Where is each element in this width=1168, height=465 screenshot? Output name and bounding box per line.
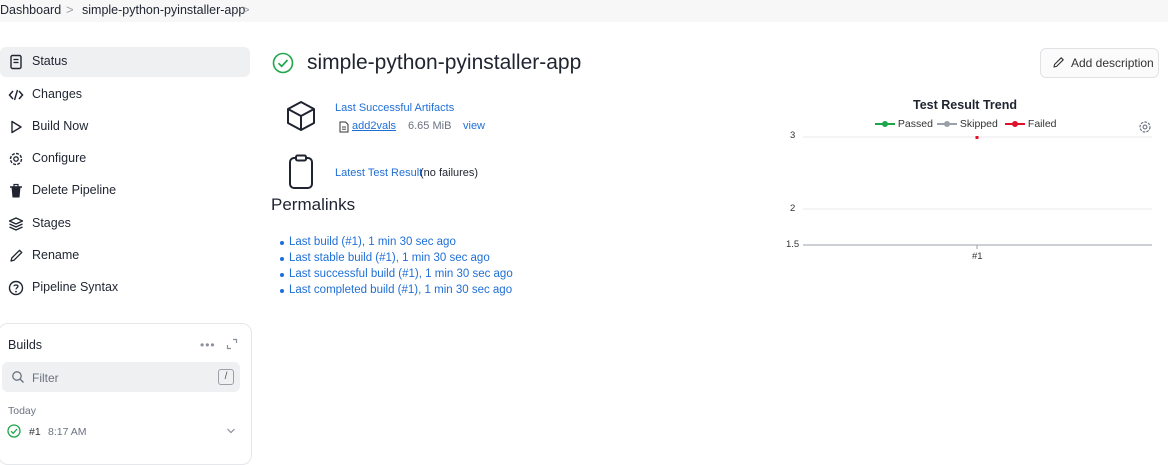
gear-icon xyxy=(9,152,23,166)
permalink-last-stable-build[interactable]: Last stable build (#1), 1 min 30 sec ago xyxy=(289,252,490,264)
more-options-icon[interactable]: ••• xyxy=(200,338,216,352)
build-number: #1 xyxy=(29,426,41,438)
permalinks-heading: Permalinks xyxy=(271,195,356,214)
layers-icon xyxy=(8,217,24,231)
clipboard-icon xyxy=(289,154,313,189)
y-tick-label: 3 xyxy=(790,130,796,141)
success-check-icon xyxy=(7,424,21,438)
breadcrumb-separator[interactable]: > xyxy=(242,2,250,17)
breadcrumb: Dashboard > simple-python-pyinstaller-ap… xyxy=(0,0,1168,22)
add-description-button[interactable]: Add description xyxy=(1040,48,1159,78)
sidebar-item-label: Delete Pipeline xyxy=(32,183,117,197)
permalink-last-completed-build[interactable]: Last completed build (#1), 1 min 30 sec … xyxy=(289,284,512,296)
sidebar-item-label: Stages xyxy=(32,216,71,230)
sidebar-item-label: Configure xyxy=(32,151,87,165)
help-icon xyxy=(8,280,24,296)
permalink-item[interactable]: Last completed build (#1), 1 min 30 sec … xyxy=(280,284,512,296)
success-status-icon xyxy=(272,52,294,74)
sidebar-item-configure[interactable]: Configure xyxy=(0,144,250,174)
build-time: 8:17 AM xyxy=(48,426,87,438)
artifact-view-link[interactable]: view xyxy=(463,120,485,132)
sidebar-item-rename[interactable]: Rename xyxy=(0,241,250,271)
sidebar-item-pipeline-syntax[interactable]: Pipeline Syntax xyxy=(0,273,250,303)
sidebar-item-delete-pipeline[interactable]: Delete Pipeline xyxy=(0,176,250,206)
code-icon xyxy=(8,89,24,101)
bullet xyxy=(280,257,284,261)
permalink-item[interactable]: Last build (#1), 1 min 30 sec ago xyxy=(280,236,456,248)
pencil-icon xyxy=(10,249,23,262)
trash-icon xyxy=(10,183,22,198)
breadcrumb-separator: > xyxy=(66,2,74,17)
document-icon xyxy=(10,54,22,70)
search-icon xyxy=(12,371,24,383)
sidebar-item-label: Status xyxy=(32,54,68,68)
sidebar-item-changes[interactable]: Changes xyxy=(0,80,250,110)
y-tick-label: 1.5 xyxy=(786,239,800,250)
bullet xyxy=(280,273,284,277)
expand-icon[interactable] xyxy=(226,338,238,350)
chart-title: Test Result Trend xyxy=(913,98,1017,112)
add-description-label: Add description xyxy=(1071,56,1154,70)
sidebar-item-label: Pipeline Syntax xyxy=(32,280,119,294)
sidebar-item-status[interactable]: Status xyxy=(0,47,250,77)
breadcrumb-dashboard[interactable]: Dashboard xyxy=(0,3,61,17)
latest-test-result-link[interactable]: Latest Test Result xyxy=(335,167,422,179)
sidebar-item-label: Build Now xyxy=(32,119,89,133)
play-icon xyxy=(11,120,22,134)
permalink-last-successful-build[interactable]: Last successful build (#1), 1 min 30 sec… xyxy=(289,268,513,280)
sidebar-item-label: Changes xyxy=(32,87,83,101)
test-result-note: (no failures) xyxy=(420,167,479,179)
x-tick-label: #1 xyxy=(972,251,983,262)
builds-title: Builds xyxy=(8,338,43,352)
artifact-size: 6.65 MiB xyxy=(408,120,452,132)
chevron-down-icon[interactable] xyxy=(226,427,236,435)
permalink-item[interactable]: Last successful build (#1), 1 min 30 sec… xyxy=(280,268,513,280)
sidebar-item-build-now[interactable]: Build Now xyxy=(0,112,250,142)
file-icon xyxy=(339,121,349,133)
trend-chart xyxy=(803,136,1152,249)
permalink-item[interactable]: Last stable build (#1), 1 min 30 sec ago xyxy=(280,252,490,264)
page-title: simple-python-pyinstaller-app xyxy=(307,51,582,74)
build-row[interactable]: #1 8:17 AM xyxy=(0,422,250,440)
sidebar-item-stages[interactable]: Stages xyxy=(0,209,250,239)
filter-shortcut-key: / xyxy=(218,369,234,385)
last-successful-artifacts-link[interactable]: Last Successful Artifacts xyxy=(335,102,454,114)
breadcrumb-project[interactable]: simple-python-pyinstaller-app xyxy=(82,3,245,17)
filter-placeholder: Filter xyxy=(32,371,59,385)
package-icon xyxy=(287,101,315,131)
pencil-icon xyxy=(1053,57,1064,68)
bullet xyxy=(280,241,284,245)
data-point-build-1[interactable] xyxy=(975,136,979,139)
permalink-last-build[interactable]: Last build (#1), 1 min 30 sec ago xyxy=(289,236,456,248)
y-tick-label: 2 xyxy=(790,203,796,214)
sidebar-item-label: Rename xyxy=(32,248,80,262)
bullet xyxy=(280,289,284,293)
artifact-file-link[interactable]: add2vals xyxy=(352,120,396,132)
builds-group-label: Today xyxy=(8,405,37,417)
